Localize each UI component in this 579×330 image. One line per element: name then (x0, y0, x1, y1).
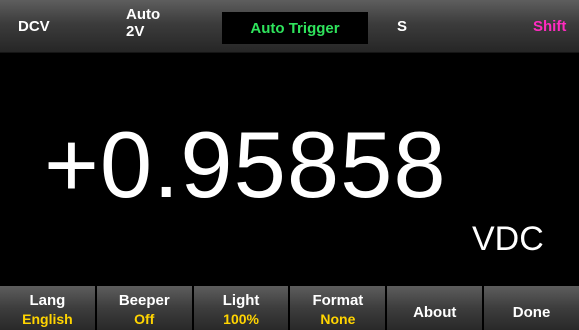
trigger-indicator: Auto Trigger (222, 12, 368, 44)
measurement-mode: DCV (18, 17, 50, 35)
softkey-label: About (413, 304, 457, 321)
softkey-about[interactable]: About (387, 286, 483, 330)
range-value: 2V (126, 23, 145, 40)
shift-indicator: Shift (533, 17, 567, 35)
softkey-beeper[interactable]: Beeper Off (96, 286, 192, 330)
softkey-format[interactable]: Format None (290, 286, 386, 330)
softkey-light[interactable]: Light 100% (193, 286, 289, 330)
measurement-reading: +0.95858 (44, 112, 447, 217)
softkey-label: Format (312, 292, 364, 309)
softkey-label: Done (512, 304, 551, 321)
softkey-value: Off (134, 311, 155, 327)
status-bar: DCV Auto 2V Auto Trigger S Shift (0, 0, 579, 53)
softkey-value: 100% (223, 311, 259, 327)
speed-indicator: S (397, 17, 408, 35)
multimeter-screen: DCV Auto 2V Auto Trigger S Shift +0.9585… (0, 0, 579, 330)
measurement-unit: VDC (472, 220, 544, 258)
range-mode: Auto (126, 6, 161, 23)
softkey-lang[interactable]: Lang English (0, 286, 95, 330)
softkey-label: Beeper (118, 292, 170, 309)
softkey-bar: Lang English Beeper Off Light 100% Forma… (0, 286, 579, 330)
softkey-done[interactable]: Done (484, 286, 579, 330)
softkey-label: Lang (29, 292, 66, 309)
softkey-value: English (22, 311, 73, 327)
measurement-display: +0.95858 VDC (0, 53, 579, 284)
range-indicator: Auto 2V (126, 6, 160, 40)
softkey-label: Light (222, 292, 260, 309)
softkey-value: None (320, 311, 356, 327)
